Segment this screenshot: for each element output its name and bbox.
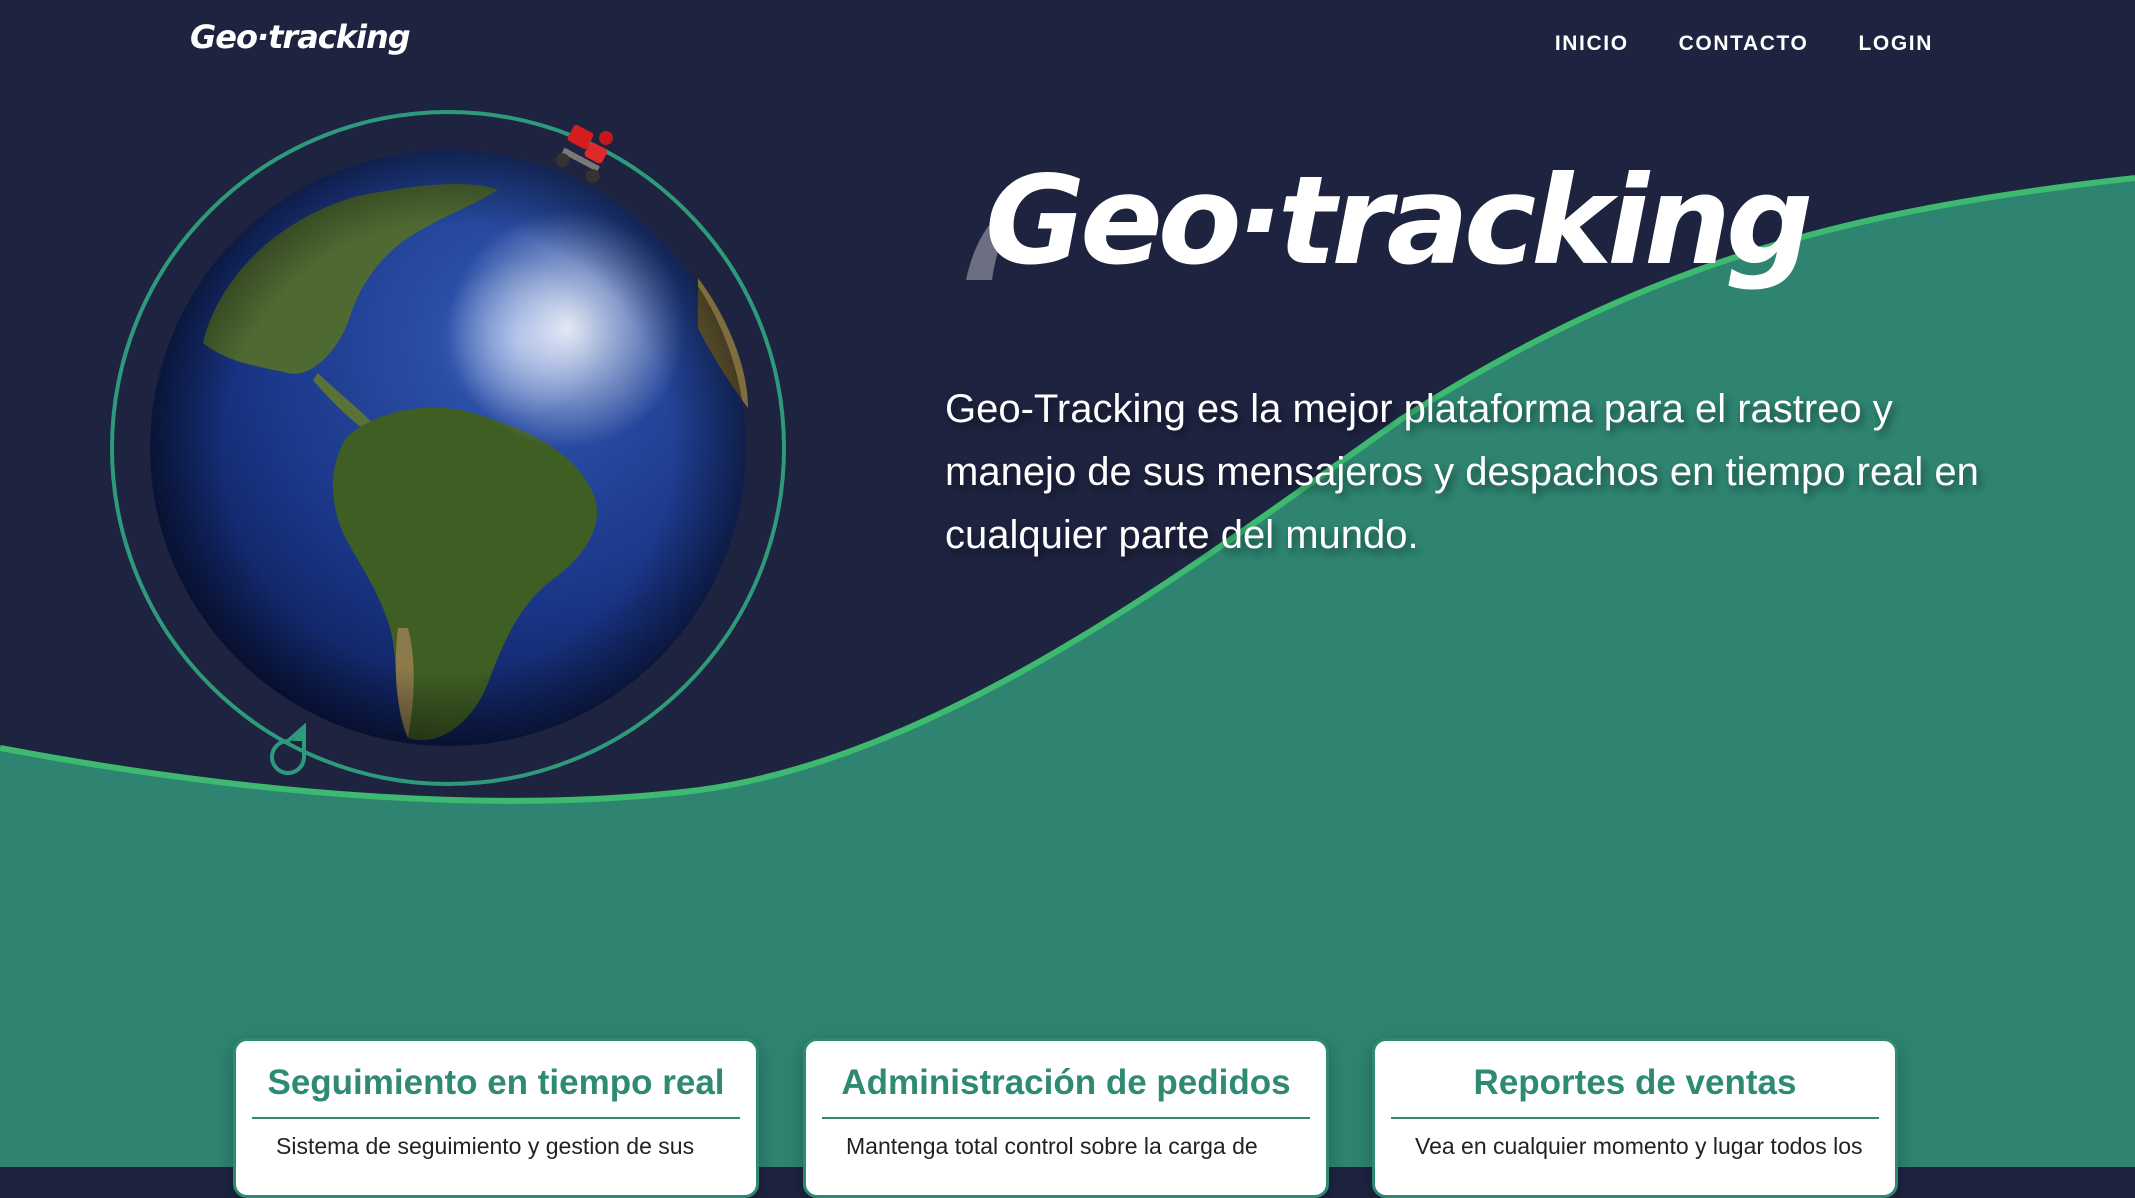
feature-card-text: Sistema de seguimiento y gestion de sus [276,1133,695,1159]
globe-earth-icon [110,110,786,786]
feature-card-title: Administración de pedidos [822,1063,1310,1119]
feature-card-title: Seguimiento en tiempo real [252,1063,740,1119]
top-navbar: Geo·tracking INICIO CONTACTO LOGIN [0,0,2135,90]
brand-logo[interactable]: Geo·tracking [190,18,411,56]
feature-card-reports[interactable]: Reportes de ventas Vea en cualquier mome… [1372,1038,1898,1198]
feature-card-tracking[interactable]: Seguimiento en tiempo real Sistema de se… [233,1038,759,1198]
feature-card-title: Reportes de ventas [1391,1063,1879,1119]
nav-link-contacto[interactable]: CONTACTO [1679,32,1809,56]
feature-card-text: Vea en cualquier momento y lugar todos l… [1415,1133,1863,1159]
nav-menu: INICIO CONTACTO LOGIN [1555,32,1933,56]
location-pin-icon [270,723,306,775]
nav-link-login[interactable]: LOGIN [1859,32,1934,56]
hero-logo: Geo·tracking [985,150,1813,292]
delivery-scooter-icon [555,124,613,184]
feature-card-text: Mantenga total control sobre la carga de [846,1133,1258,1159]
feature-card-orders[interactable]: Administración de pedidos Mantenga total… [803,1038,1329,1198]
hero-description: Geo-Tracking es la mejor plataforma para… [945,387,1979,557]
nav-link-inicio[interactable]: INICIO [1555,32,1629,56]
globe-illustration [108,108,788,788]
